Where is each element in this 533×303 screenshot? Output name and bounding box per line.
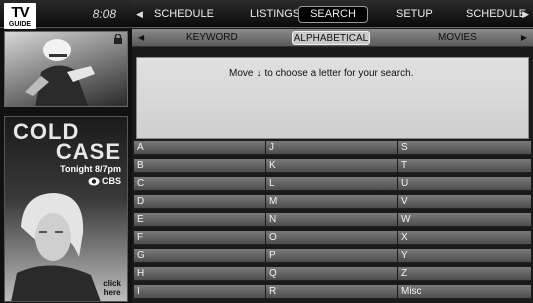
logo-bar: TV GUIDE 8:08 [0,0,132,29]
letter-cell-f[interactable]: F [134,231,265,245]
lock-icon [114,34,122,44]
search-type-bar: ◀ KEYWORD ALPHABETICAL MOVIES ▶ [132,29,533,47]
logo-text-guide: GUIDE [8,21,32,28]
ad-title-line2: CASE [55,139,121,164]
menu-right-arrow-icon[interactable]: ▶ [522,9,529,20]
logo-text-tv: TV [11,4,29,21]
menu-item-listings[interactable]: LISTINGS [250,8,300,20]
left-panel: TV GUIDE 8:08 COLD CASE Tonight 8/7pm CB… [0,0,132,303]
letter-cell-n[interactable]: N [266,213,397,227]
tv-guide-logo: TV GUIDE [4,3,36,29]
ad-airtime: Tonight 8/7pm [60,164,121,174]
instruction-text: Move ↓ to choose a letter for your searc… [229,68,413,79]
letter-cell-s[interactable]: S [398,141,531,155]
letter-cell-q[interactable]: Q [266,267,397,281]
ad-portrait-image [11,193,101,301]
letter-cell-d[interactable]: D [134,195,265,209]
letter-cell-k[interactable]: K [266,159,397,173]
letter-cell-c[interactable]: C [134,177,265,191]
submenu-left-arrow-icon[interactable]: ◀ [138,33,144,42]
letter-cell-u[interactable]: U [398,177,531,191]
letter-cell-e[interactable]: E [134,213,265,227]
letter-cell-x[interactable]: X [398,231,531,245]
letter-cell-m[interactable]: M [266,195,397,209]
letter-cell-h[interactable]: H [134,267,265,281]
menu-item-schedule-2[interactable]: SCHEDULE [466,8,526,20]
video-frame-image [25,39,95,106]
letter-cell-j[interactable]: J [266,141,397,155]
menu-item-setup[interactable]: SETUP [396,8,433,20]
tab-keyword[interactable]: KEYWORD [186,32,238,43]
letter-cell-o[interactable]: O [266,231,397,245]
instruction-panel: Move ↓ to choose a letter for your searc… [136,57,529,139]
tab-alphabetical[interactable]: ALPHABETICAL [292,31,370,45]
letter-cell-y[interactable]: Y [398,249,531,263]
menu-item-search[interactable]: SEARCH [298,6,368,23]
submenu-right-arrow-icon[interactable]: ▶ [521,33,527,42]
menu-item-schedule[interactable]: SCHEDULE [154,8,214,20]
ad-network-name: CBS [101,176,121,186]
letter-cell-misc[interactable]: Misc [398,285,531,299]
cbs-eye-icon [88,177,100,185]
letter-cell-i[interactable]: I [134,285,265,299]
main-menu-bar: ◀ SCHEDULE LISTINGS SEARCH SETUP SCHEDUL… [132,0,533,28]
instruction-prefix: Move [229,68,254,79]
promo-ad[interactable]: COLD CASE Tonight 8/7pm CBS click here [4,116,128,302]
letter-cell-t[interactable]: T [398,159,531,173]
letter-cell-g[interactable]: G [134,249,265,263]
letter-cell-a[interactable]: A [134,141,265,155]
tab-movies[interactable]: MOVIES [438,32,477,43]
letter-cell-z[interactable]: Z [398,267,531,281]
menu-left-arrow-icon[interactable]: ◀ [136,9,143,20]
instruction-suffix: to choose a letter for your search. [264,68,414,79]
letter-cell-b[interactable]: B [134,159,265,173]
ad-cta-line2: here [103,287,121,297]
down-arrow-icon: ↓ [256,68,262,79]
letter-cell-r[interactable]: R [266,285,397,299]
letter-cell-v[interactable]: V [398,195,531,209]
letter-cell-p[interactable]: P [266,249,397,263]
letter-cell-l[interactable]: L [266,177,397,191]
letter-grid: A J S B K T C L U D M V E N W F O X G P Y H Q Z I R Misc [134,141,531,303]
live-video-preview[interactable] [4,31,128,107]
ad-click-here[interactable]: click here [103,279,121,297]
clock: 8:08 [92,7,116,21]
letter-cell-w[interactable]: W [398,213,531,227]
ad-network: CBS [88,176,121,186]
